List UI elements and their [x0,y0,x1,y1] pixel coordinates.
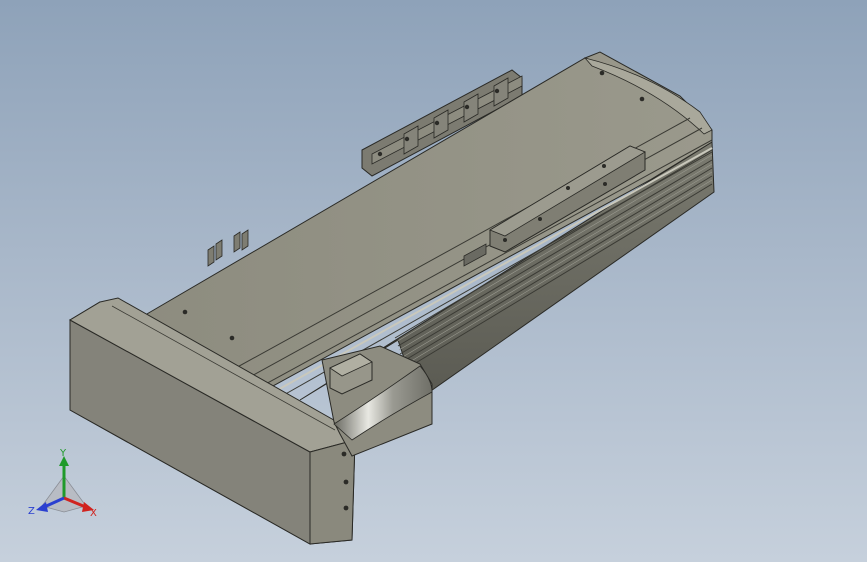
view-orientation-triad[interactable]: Y X Z [24,448,104,522]
z-axis-label: Z [28,506,35,517]
linear-actuator-model[interactable] [0,0,867,562]
graphics-viewport[interactable]: Y X Z [0,0,867,562]
y-axis-label: Y [59,448,67,459]
x-axis-label: X [90,508,97,519]
z-axis-arrow [36,502,48,512]
